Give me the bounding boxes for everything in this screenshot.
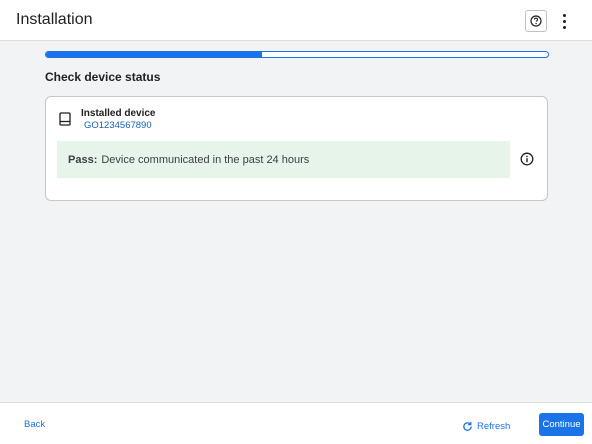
page-title: Installation [16,11,93,28]
device-title: Installed device [81,108,156,119]
section-heading: Check device status [45,70,161,84]
info-icon[interactable] [520,152,534,166]
more-options-button[interactable] [556,10,572,32]
progress-bar [45,51,549,58]
continue-button[interactable]: Continue [539,413,584,436]
help-circle-icon [530,15,542,27]
device-serial: GO1234567890 [84,120,152,131]
footer-bar: Back Refresh Continue [0,402,592,444]
device-status-card: Installed device GO1234567890 Pass: Devi… [45,96,548,201]
back-button[interactable]: Back [24,419,45,430]
device-icon [59,112,71,126]
status-pass-banner: Pass: Device communicated in the past 24… [57,141,510,178]
refresh-label: Refresh [477,420,511,432]
status-message: Device communicated in the past 24 hours [101,153,310,166]
refresh-button[interactable]: Refresh [462,419,510,433]
progress-bar-fill [46,52,262,57]
status-label: Pass: [68,153,98,166]
app-header: Installation [0,0,592,41]
refresh-icon [463,421,472,431]
help-button[interactable] [525,10,547,32]
more-vertical-icon [562,13,566,17]
